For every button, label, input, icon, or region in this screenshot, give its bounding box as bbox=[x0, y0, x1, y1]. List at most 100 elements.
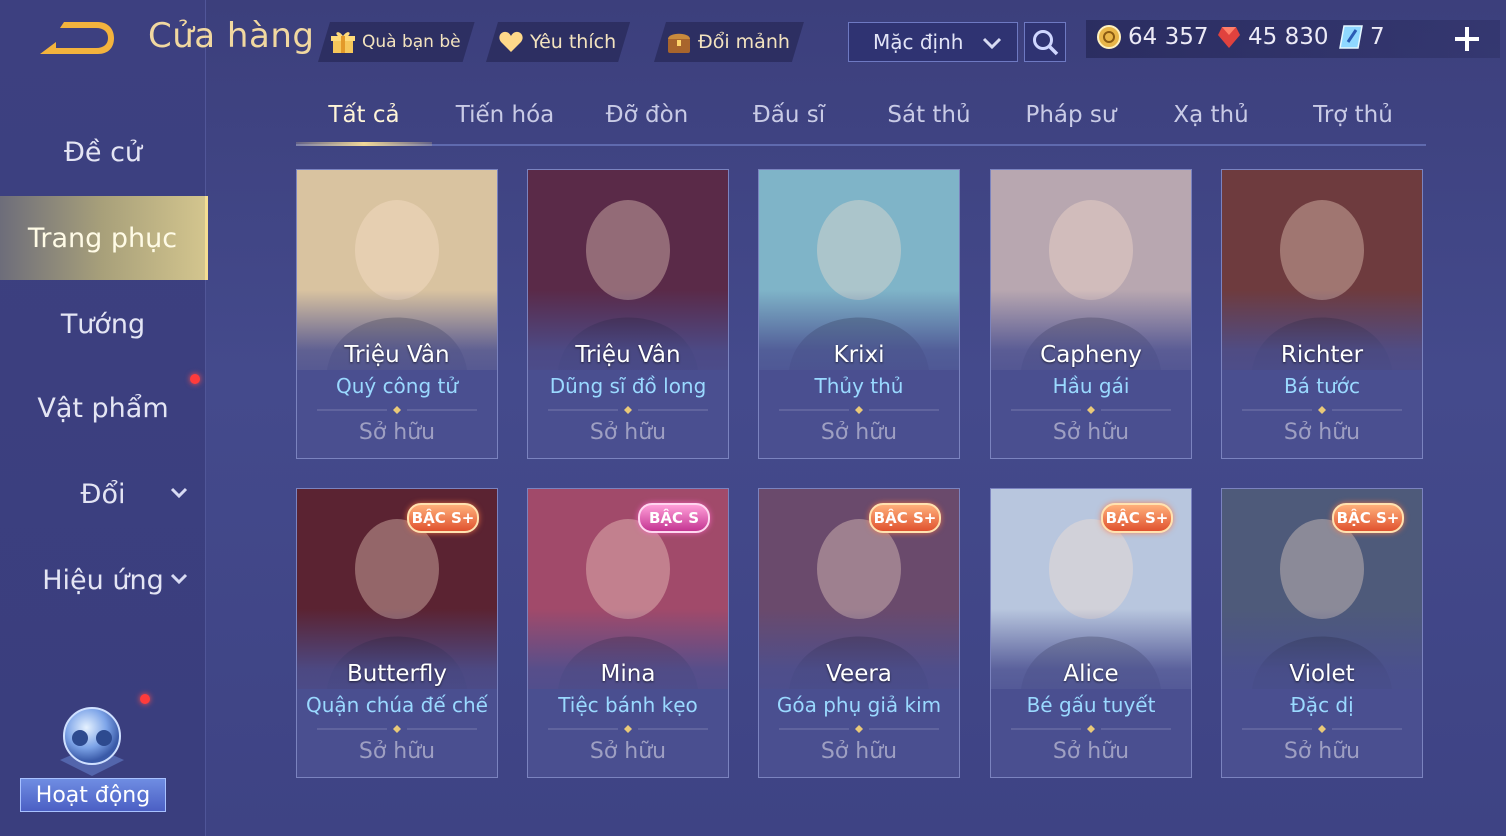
event-orb-icon[interactable] bbox=[50, 700, 134, 780]
sort-dropdown[interactable]: Mặc định bbox=[848, 22, 1018, 62]
skin-card[interactable]: Richter Bá tước Sở hữu bbox=[1221, 169, 1423, 459]
skin-card[interactable]: BẬC S+ Alice Bé gấu tuyết Sở hữu bbox=[990, 488, 1192, 778]
skin-card[interactable]: BẬC S Mina Tiệc bánh kẹo Sở hữu bbox=[527, 488, 729, 778]
tab-support[interactable]: Trợ thủ bbox=[1288, 102, 1418, 144]
skin-name: Dũng sĩ đồ long bbox=[549, 374, 707, 398]
diamond-counter: 7 bbox=[1338, 24, 1385, 50]
skin-card[interactable]: Triệu Vân Quý công tử Sở hữu bbox=[296, 169, 498, 459]
ownership-status: Sở hữu bbox=[1283, 739, 1361, 764]
notification-dot bbox=[190, 374, 200, 384]
gold-counter: 64 357 bbox=[1096, 24, 1208, 50]
chest-icon bbox=[666, 29, 692, 55]
hero-name: Capheny bbox=[1040, 342, 1142, 368]
card-divider bbox=[317, 406, 477, 414]
sidebar-item-label: Tướng bbox=[60, 308, 146, 340]
search-button[interactable] bbox=[1024, 22, 1066, 62]
card-divider bbox=[779, 725, 939, 733]
hero-name: Butterfly bbox=[346, 661, 448, 687]
ownership-status: Sở hữu bbox=[358, 739, 436, 764]
sidebar-item-exchange[interactable]: Đổi bbox=[0, 464, 206, 524]
search-icon bbox=[1033, 30, 1059, 56]
tier-badge: BẬC S+ bbox=[407, 503, 479, 533]
exchange-shards-label: Đổi mảnh bbox=[698, 31, 790, 53]
diamond-amount: 7 bbox=[1370, 24, 1385, 50]
sidebar-item-label: Hiệu ứng bbox=[42, 564, 164, 596]
tier-badge: BẬC S+ bbox=[1332, 503, 1404, 533]
hero-name: Mina bbox=[600, 661, 656, 687]
skin-name: Hầu gái bbox=[1052, 374, 1130, 398]
hero-name: Richter bbox=[1280, 342, 1364, 368]
skin-card[interactable]: BẬC S+ Veera Góa phụ giả kim Sở hữu bbox=[758, 488, 960, 778]
ownership-status: Sở hữu bbox=[358, 420, 436, 445]
sort-value: Mặc định bbox=[873, 30, 964, 54]
event-button[interactable]: Hoạt động bbox=[20, 778, 166, 812]
skin-card[interactable]: Krixi Thủy thủ Sở hữu bbox=[758, 169, 960, 459]
card-divider bbox=[779, 406, 939, 414]
back-arrow-icon[interactable] bbox=[38, 20, 114, 60]
tab-marksman[interactable]: Xạ thủ bbox=[1146, 102, 1276, 144]
skin-card[interactable]: Capheny Hầu gái Sở hữu bbox=[990, 169, 1192, 459]
sidebar-item-recommended[interactable]: Đề cử bbox=[0, 122, 206, 182]
skin-name: Quý công tử bbox=[335, 374, 459, 398]
hero-name: Alice bbox=[1063, 661, 1119, 687]
plus-icon[interactable] bbox=[1450, 22, 1484, 56]
sidebar-item-items[interactable]: Vật phẩm bbox=[0, 378, 206, 438]
card-divider bbox=[1011, 406, 1171, 414]
hero-name: Violet bbox=[1289, 661, 1355, 687]
friend-gift-button[interactable]: Quà bạn bè bbox=[318, 22, 475, 62]
skin-name: Thủy thủ bbox=[814, 374, 904, 398]
sidebar-item-label: Đề cử bbox=[63, 136, 143, 168]
skin-name: Đặc dị bbox=[1290, 693, 1354, 717]
sidebar-item-label: Vật phẩm bbox=[37, 392, 169, 424]
voucher-counter: 45 830 bbox=[1216, 24, 1328, 50]
category-tabs: Tất cả Tiến hóa Đỡ đòn Đấu sĩ Sát thủ Ph… bbox=[296, 96, 1426, 146]
hero-name: Triệu Vân bbox=[575, 342, 681, 368]
skin-name: Quận chúa đế chế bbox=[305, 693, 488, 717]
ownership-status: Sở hữu bbox=[589, 739, 667, 764]
hero-name: Triệu Vân bbox=[344, 342, 450, 368]
sidebar-item-effects[interactable]: Hiệu ứng bbox=[0, 550, 206, 610]
notification-dot bbox=[140, 694, 150, 704]
gift-icon bbox=[330, 29, 356, 55]
sidebar-item-skins[interactable]: Trang phục bbox=[0, 196, 208, 280]
skin-name: Góa phụ giả kim bbox=[776, 693, 942, 717]
gold-amount: 64 357 bbox=[1128, 24, 1209, 50]
card-divider bbox=[548, 406, 708, 414]
voucher-amount: 45 830 bbox=[1248, 24, 1329, 50]
sidebar-item-heroes[interactable]: Tướng bbox=[0, 294, 206, 354]
ownership-status: Sở hữu bbox=[1052, 420, 1130, 445]
favorite-label: Yêu thích bbox=[530, 31, 617, 53]
card-divider bbox=[548, 725, 708, 733]
card-divider bbox=[317, 725, 477, 733]
voucher-gem-icon bbox=[1218, 27, 1240, 48]
skin-card[interactable]: Triệu Vân Dũng sĩ đồ long Sở hữu bbox=[527, 169, 729, 459]
skin-name: Bá tước bbox=[1283, 374, 1361, 398]
tab-assassin[interactable]: Sát thủ bbox=[864, 102, 994, 144]
ownership-status: Sở hữu bbox=[589, 420, 667, 445]
skin-card[interactable]: BẬC S+ Butterfly Quận chúa đế chế Sở hữu bbox=[296, 488, 498, 778]
ownership-status: Sở hữu bbox=[820, 739, 898, 764]
chevron-down-icon bbox=[982, 37, 1002, 50]
tier-badge: BẬC S+ bbox=[869, 503, 941, 533]
gold-coin-icon bbox=[1097, 25, 1121, 49]
tab-all[interactable]: Tất cả bbox=[296, 102, 432, 144]
chevron-down-icon bbox=[170, 487, 188, 499]
tab-tank[interactable]: Đỡ đòn bbox=[582, 102, 712, 144]
diamond-icon bbox=[1339, 25, 1363, 49]
active-tab-indicator bbox=[296, 142, 432, 146]
sidebar-item-label: Trang phục bbox=[27, 222, 178, 254]
favorite-button[interactable]: Yêu thích bbox=[486, 22, 630, 62]
hero-name: Veera bbox=[826, 661, 892, 687]
sidebar-item-label: Đổi bbox=[80, 478, 126, 510]
skin-name: Tiệc bánh kẹo bbox=[558, 693, 698, 717]
tab-evolution[interactable]: Tiến hóa bbox=[440, 102, 570, 144]
tab-mage[interactable]: Pháp sư bbox=[1006, 102, 1136, 144]
page-title: Cửa hàng bbox=[148, 16, 315, 56]
exchange-shards-button[interactable]: Đổi mảnh bbox=[654, 22, 804, 62]
tab-fighter[interactable]: Đấu sĩ bbox=[724, 102, 854, 144]
skin-card[interactable]: BẬC S+ Violet Đặc dị Sở hữu bbox=[1221, 488, 1423, 778]
card-divider bbox=[1242, 406, 1402, 414]
event-label: Hoạt động bbox=[35, 782, 151, 808]
hero-name: Krixi bbox=[833, 342, 885, 368]
card-divider bbox=[1011, 725, 1171, 733]
